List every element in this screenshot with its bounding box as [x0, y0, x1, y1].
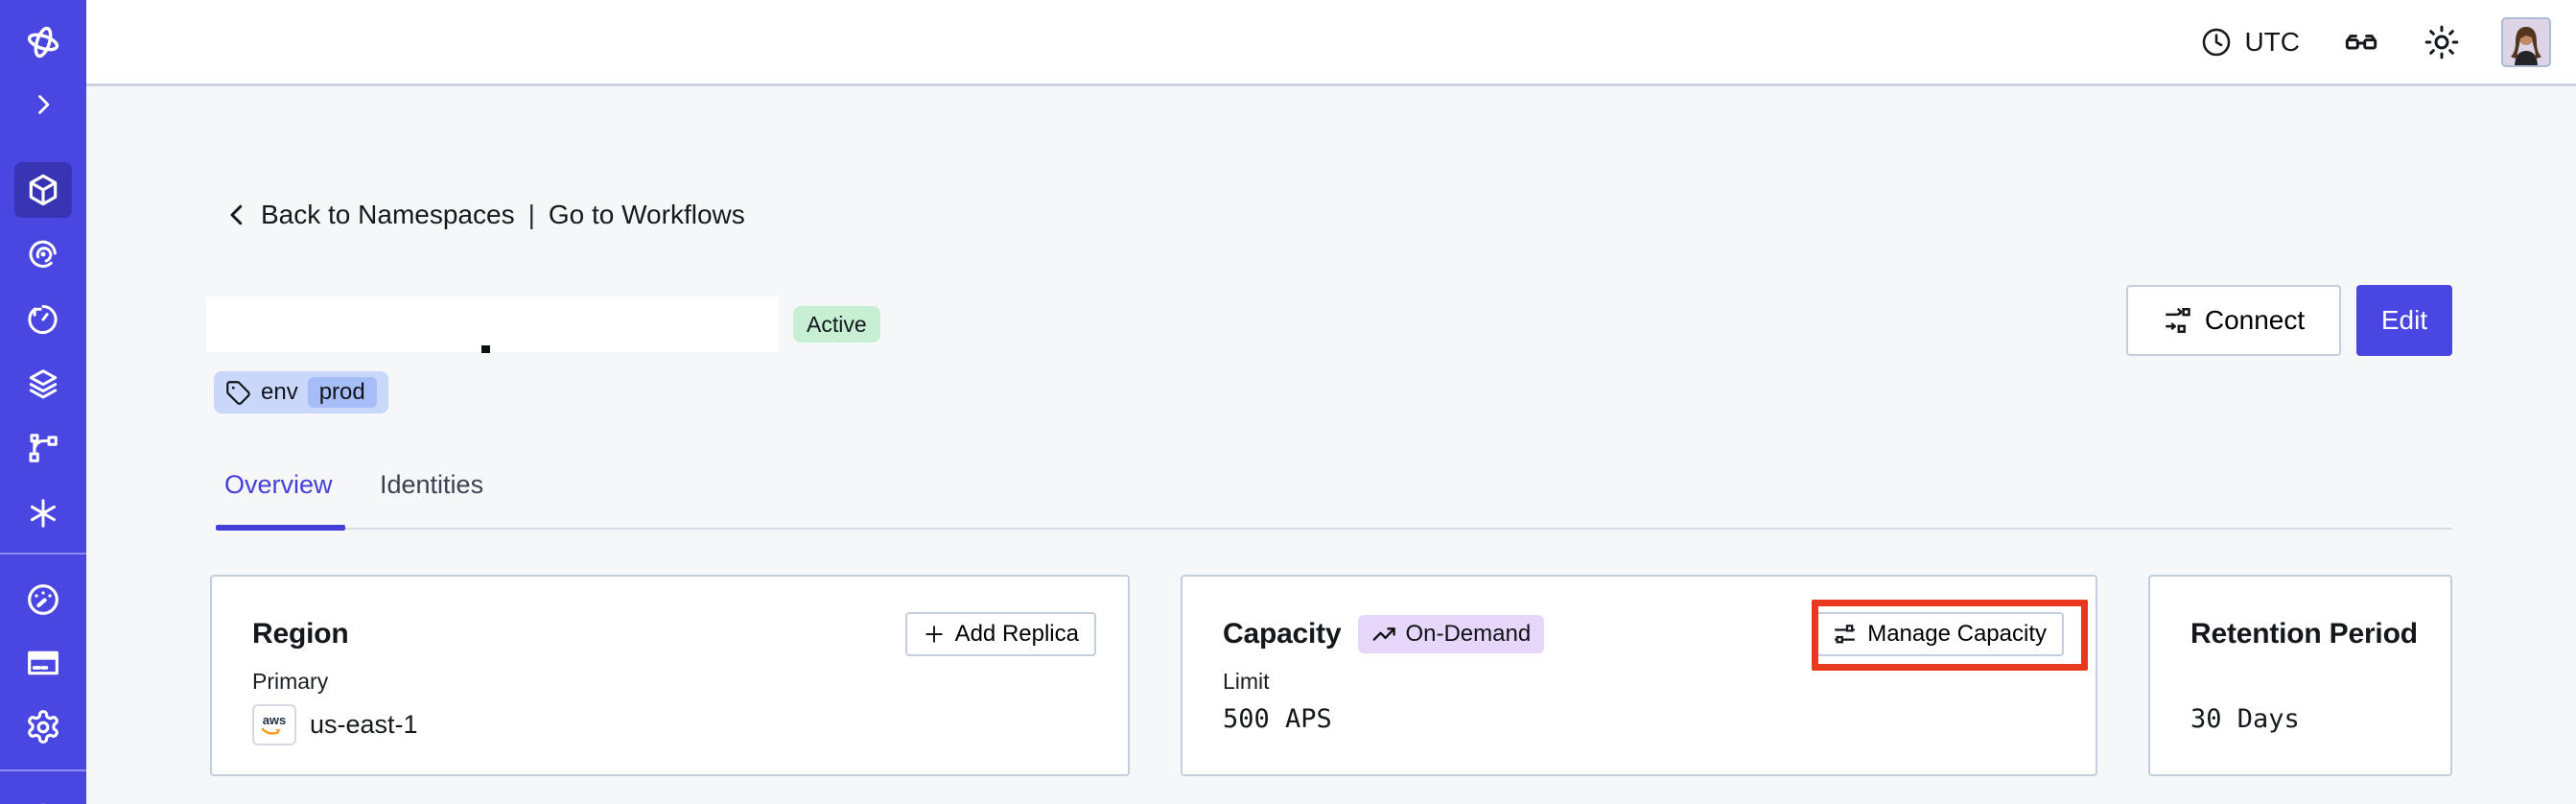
temporal-logo-icon — [27, 26, 59, 59]
back-to-namespaces-link[interactable]: Back to Namespaces — [261, 200, 515, 230]
trending-up-icon — [1373, 627, 1396, 641]
gauge-icon — [28, 584, 59, 615]
cube-icon — [29, 174, 58, 206]
retention-value: 30 Days — [2190, 704, 2300, 734]
sidebar-item-namespaces[interactable] — [14, 162, 72, 218]
manage-capacity-button[interactable]: Manage Capacity — [1815, 612, 2064, 656]
temporal-cloud-namespace-page: UTC Back to Namespaces | Go to Workflows… — [0, 0, 2576, 804]
add-replica-button[interactable]: Add Replica — [904, 612, 1096, 656]
tag-icon — [226, 380, 250, 405]
tag-value: prod — [307, 377, 377, 408]
active-tab-underline — [216, 525, 345, 531]
connect-button[interactable]: Connect — [2126, 285, 2341, 356]
labs-toggle-button[interactable] — [2340, 23, 2382, 61]
breadcrumb: Back to Namespaces | Go to Workflows — [222, 200, 745, 230]
sidebar-item-batch[interactable] — [14, 485, 72, 541]
main-content: Back to Namespaces | Go to Workflows Act… — [86, 86, 2576, 804]
on-demand-badge: On-Demand — [1358, 615, 1545, 653]
top-bar: UTC — [86, 0, 2576, 86]
on-demand-label: On-Demand — [1405, 621, 1532, 647]
go-to-workflows-link[interactable]: Go to Workflows — [549, 200, 745, 230]
branch-pipeline-icon — [29, 434, 58, 462]
credit-card-icon — [28, 650, 59, 675]
partial-circle-icon — [40, 803, 46, 804]
svg-text:aws: aws — [263, 713, 287, 727]
namespace-name-redacted — [206, 296, 779, 352]
tab-overview[interactable]: Overview — [224, 470, 333, 500]
sidebar-divider — [0, 553, 86, 555]
connect-flow-icon — [2166, 307, 2190, 333]
plus-icon — [925, 626, 943, 643]
sidebar-item-billing[interactable] — [14, 635, 72, 691]
timezone-label: UTC — [2244, 26, 2300, 57]
glasses-icon — [2345, 34, 2377, 50]
sliders-icon — [1835, 624, 1856, 643]
connect-button-label: Connect — [2204, 305, 2306, 335]
namespace-tag-chip: env prod — [214, 371, 388, 414]
sidebar-item-schedules[interactable] — [14, 292, 72, 347]
capacity-card-title: Capacity — [1223, 618, 1342, 650]
sidebar-item-support[interactable] — [14, 789, 72, 804]
sidebar-expand-button[interactable] — [14, 77, 72, 132]
region-card: Region Add Replica Primary aws us-east-1 — [210, 575, 1130, 776]
status-badge: Active — [793, 306, 880, 343]
layers-icon — [29, 369, 58, 399]
edit-button-label: Edit — [2380, 305, 2428, 335]
sidebar-item-settings[interactable] — [14, 699, 72, 755]
aws-provider-icon: aws — [252, 704, 296, 745]
capacity-card: Capacity On-Demand Manage Capacity Limit… — [1181, 575, 2097, 776]
sidebar-item-usage[interactable] — [14, 572, 72, 627]
limit-label: Limit — [1223, 669, 1270, 694]
region-value: us-east-1 — [310, 710, 418, 739]
sidebar-nav — [0, 0, 86, 804]
temporal-logo[interactable] — [14, 14, 72, 70]
avatar-photo — [2503, 18, 2549, 65]
namespace-name-remnant — [481, 345, 490, 353]
retention-card-title: Retention Period — [2190, 618, 2418, 650]
sidebar-item-layers[interactable] — [14, 356, 72, 412]
edit-button[interactable]: Edit — [2356, 285, 2452, 356]
timezone-selector[interactable]: UTC — [2200, 26, 2300, 59]
manage-capacity-label: Manage Capacity — [1867, 621, 2047, 647]
tag-key: env — [261, 379, 298, 405]
chevron-left-icon — [230, 204, 243, 225]
spiral-eye-icon — [29, 240, 57, 268]
tabs-divider-line — [216, 528, 2452, 530]
region-card-title: Region — [252, 618, 349, 650]
retention-card: Retention Period 30 Days — [2148, 575, 2452, 776]
sun-icon — [2424, 25, 2459, 59]
primary-label: Primary — [252, 669, 329, 694]
asterisk-icon — [30, 499, 57, 528]
sidebar-item-nexus[interactable] — [14, 226, 72, 282]
add-replica-label: Add Replica — [954, 621, 1079, 647]
sidebar-item-deployments[interactable] — [14, 420, 72, 476]
tab-identities[interactable]: Identities — [380, 470, 483, 500]
gear-icon — [28, 710, 59, 744]
chevron-right-icon — [38, 95, 50, 114]
breadcrumb-separator: | — [527, 200, 535, 229]
avatar[interactable] — [2501, 16, 2551, 67]
theme-toggle-button[interactable] — [2423, 23, 2461, 61]
sidebar-divider — [0, 769, 86, 771]
clock-icon — [2203, 28, 2231, 56]
capacity-value: 500 APS — [1223, 704, 1332, 734]
clock-arrow-icon — [28, 304, 58, 335]
